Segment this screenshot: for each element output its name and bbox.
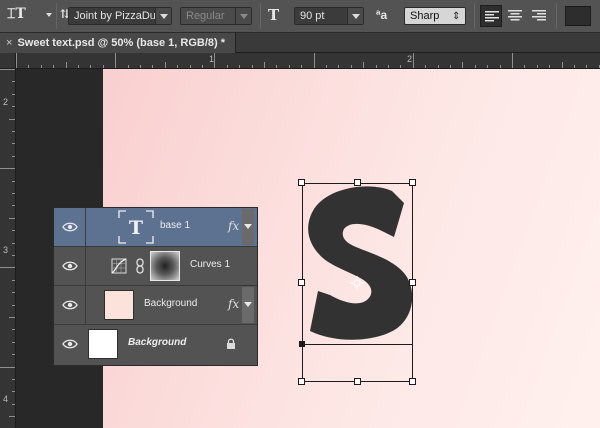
transform-handle-top-left[interactable] bbox=[298, 179, 305, 186]
layer-mask-thumbnail[interactable] bbox=[150, 251, 180, 281]
antialias-value: Sharp bbox=[410, 10, 440, 22]
eye-icon[interactable] bbox=[62, 337, 78, 351]
link-icon[interactable] bbox=[135, 258, 145, 274]
ruler-label: 1 bbox=[209, 54, 215, 64]
text-tool-preset-icon[interactable]: ⌶T bbox=[7, 6, 26, 22]
chevron-down-icon bbox=[235, 8, 251, 24]
ruler-label: 3 bbox=[3, 245, 9, 255]
layers-panel: T base 1 fx Curves 1 Background fx Backg… bbox=[53, 207, 258, 366]
font-style-dropdown[interactable]: Regular bbox=[180, 7, 252, 25]
tool-preset-caret-icon[interactable] bbox=[46, 13, 52, 17]
type-options-bar: ⌶T ⇅ Joint by PizzaDu... Regular T 90 pt… bbox=[0, 0, 600, 33]
close-icon[interactable]: × bbox=[6, 33, 12, 53]
vertical-ruler[interactable]: 2 3 4 bbox=[0, 69, 16, 428]
text-thumbnail-glyph: T bbox=[129, 217, 143, 239]
transform-handle-bottom[interactable] bbox=[354, 378, 361, 385]
align-center-icon bbox=[508, 10, 522, 21]
font-size-dropdown[interactable]: 90 pt bbox=[294, 7, 364, 25]
font-size-value: 90 pt bbox=[300, 10, 325, 22]
transform-handle-top[interactable] bbox=[354, 179, 361, 186]
layer-name: Background bbox=[128, 337, 187, 348]
horizontal-ruler[interactable]: 1 2 bbox=[16, 53, 600, 69]
align-right-icon bbox=[532, 10, 546, 21]
transform-handle-left[interactable] bbox=[298, 279, 305, 286]
text-color-swatch[interactable] bbox=[565, 6, 591, 26]
layer-row-background-copy[interactable]: Background fx bbox=[54, 286, 257, 325]
reference-point-icon[interactable] bbox=[350, 276, 364, 290]
eye-icon[interactable] bbox=[62, 298, 78, 312]
transform-handle-bottom-left[interactable] bbox=[298, 378, 305, 385]
ruler-label: 4 bbox=[3, 394, 9, 404]
antialias-icon: ªa bbox=[376, 8, 388, 22]
transform-handle-bottom-right[interactable] bbox=[409, 378, 416, 385]
layer-effects-icon[interactable]: fx bbox=[228, 219, 239, 233]
baseline-anchor[interactable] bbox=[299, 341, 305, 347]
ruler-origin[interactable] bbox=[0, 53, 16, 69]
chevron-down-icon bbox=[155, 8, 171, 24]
effects-expand-arrow-icon[interactable] bbox=[242, 209, 254, 245]
align-center-button[interactable] bbox=[504, 5, 526, 27]
layer-effects-icon[interactable]: fx bbox=[228, 297, 239, 311]
transform-handle-right[interactable] bbox=[409, 279, 416, 286]
layer-row-curves-1[interactable]: Curves 1 bbox=[54, 247, 257, 286]
text-layer-thumbnail[interactable]: T bbox=[118, 210, 154, 244]
transform-handle-top-right[interactable] bbox=[409, 179, 416, 186]
text-baseline bbox=[302, 344, 413, 345]
document-title: Sweet text.psd @ 50% (base 1, RGB/8) * bbox=[17, 37, 226, 49]
layer-thumbnail[interactable] bbox=[104, 290, 134, 320]
layer-row-background[interactable]: Background bbox=[54, 325, 257, 364]
antialias-dropdown[interactable]: Sharp bbox=[404, 7, 466, 25]
chevron-down-icon bbox=[347, 8, 363, 24]
layer-name: base 1 bbox=[160, 220, 191, 231]
ruler-label: 2 bbox=[3, 97, 9, 107]
layer-row-base-1[interactable]: T base 1 fx bbox=[54, 208, 257, 247]
layer-name: Curves 1 bbox=[190, 259, 231, 270]
font-family-value: Joint by PizzaDu... bbox=[74, 10, 166, 22]
effects-expand-arrow-icon[interactable] bbox=[242, 287, 254, 323]
layer-thumbnail[interactable] bbox=[88, 329, 118, 359]
eye-icon[interactable] bbox=[62, 220, 78, 234]
font-family-dropdown[interactable]: Joint by PizzaDu... bbox=[68, 7, 172, 25]
lock-icon bbox=[227, 338, 235, 349]
layer-name: Background bbox=[144, 298, 198, 309]
align-right-button[interactable] bbox=[528, 5, 550, 27]
font-style-value: Regular bbox=[186, 10, 225, 22]
ruler-label: 2 bbox=[407, 54, 413, 64]
align-left-icon bbox=[485, 11, 499, 22]
updown-arrows-icon bbox=[449, 8, 465, 24]
font-size-icon: T bbox=[268, 6, 280, 24]
photoshop-window: ⌶T ⇅ Joint by PizzaDu... Regular T 90 pt… bbox=[0, 0, 600, 428]
ruler-ticks bbox=[16, 53, 600, 68]
document-tab[interactable]: × Sweet text.psd @ 50% (base 1, RGB/8) * bbox=[0, 33, 237, 53]
curves-adjustment-icon[interactable] bbox=[111, 258, 127, 274]
document-tab-bar: × Sweet text.psd @ 50% (base 1, RGB/8) * bbox=[0, 33, 600, 53]
eye-icon[interactable] bbox=[62, 259, 78, 273]
align-left-button[interactable] bbox=[480, 5, 502, 27]
